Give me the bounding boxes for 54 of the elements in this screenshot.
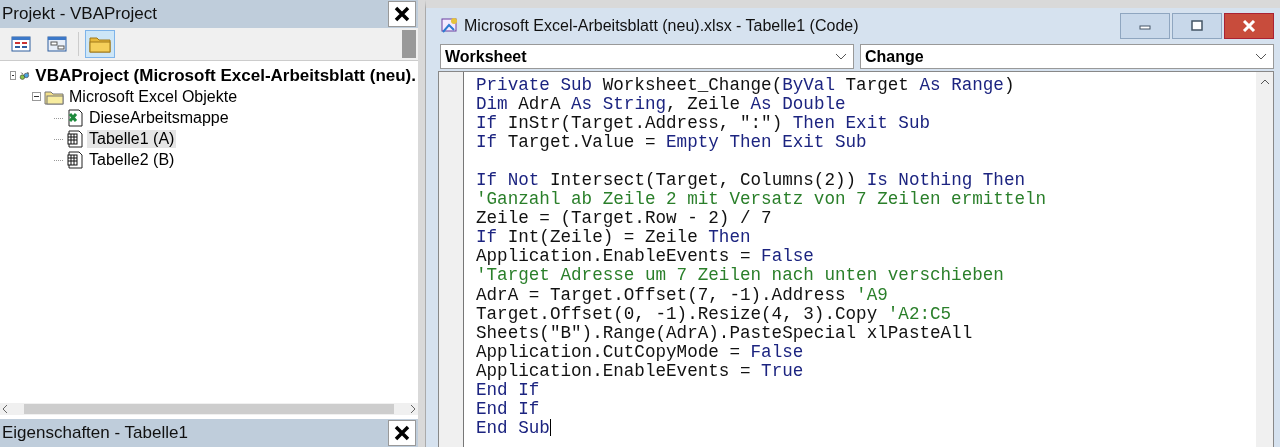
collapse-toggle[interactable] (32, 92, 41, 101)
code-line: Application.EnableEvents = True (476, 361, 804, 381)
close-button[interactable] (1224, 13, 1274, 39)
window-title: Microsoft Excel-Arbeitsblatt (neu).xlsx - Tabelle1 (Code) (464, 17, 860, 35)
horizontal-scrollbar[interactable] (0, 403, 418, 415)
sheet-icon (66, 129, 84, 148)
tree-item[interactable]: Microsoft Excel Objekte (67, 87, 240, 106)
code-line: If InStr(Target.Address, ":") Then Exit Sub (476, 114, 930, 134)
code-line: If Not Intersect(Target, Columns(2)) Is Nothing Then (476, 171, 1026, 191)
tree-item[interactable]: VBAProject (Microsoft Excel-Arbeitsblatt (neu). (33, 65, 418, 86)
dropdown[interactable]: Worksheet (440, 44, 854, 69)
close-icon (394, 6, 410, 22)
code-line: Sheets("B").Range(AdrA).PasteSpecial xlPasteAll (476, 323, 973, 343)
code-line: 'Target Adresse um 7 Zeilen nach unten verschieben (476, 266, 1004, 286)
code-line: End If (476, 399, 540, 419)
form-list-icon (11, 35, 31, 53)
code-line: If Int(Zeile) = Zeile Then (476, 228, 751, 248)
tree-item[interactable]: Tabelle1 (A) (87, 129, 177, 148)
code-line: Private Sub Worksheet_Change(ByVal Target As Range) (476, 76, 1015, 96)
code-line: End Sub (476, 418, 551, 438)
sheet-icon (66, 150, 84, 169)
code-line: Application.EnableEvents = False (476, 247, 814, 267)
code-editor[interactable] (438, 71, 1274, 447)
folder-icon (44, 88, 64, 105)
code-line: Zeile = (Target.Row - 2) / 7 (476, 209, 772, 229)
restore-icon (1191, 20, 1203, 32)
close-button[interactable] (388, 1, 416, 27)
vertical-scrollbar[interactable] (1256, 72, 1273, 447)
code-line: Target.Offset(0, -1).Resize(4, 3).Copy 'A2:C5 (476, 304, 952, 324)
panel-title: Projekt - VBAProject (2, 4, 157, 24)
scroll-right-icon[interactable] (408, 404, 418, 414)
collapse-toggle[interactable] (10, 71, 16, 80)
workbook-icon (66, 108, 84, 127)
code-line: Dim AdrA As String, Zeile As Double (476, 95, 846, 115)
close-button[interactable] (388, 420, 416, 446)
code-line: If Target.Value = Empty Then Exit Sub (476, 133, 867, 153)
code-window-icon (440, 17, 460, 35)
restore-button[interactable] (1172, 13, 1222, 39)
panel-title: Eigenschaften - Tabelle1 (2, 423, 188, 443)
code-line: 'Ganzahl ab Zeile 2 mit Versatz von 7 Zeilen ermitteln (476, 190, 1047, 210)
folder-icon (89, 35, 111, 53)
code-line: Application.CutCopyMode = False (476, 342, 804, 362)
scroll-up-icon[interactable] (1259, 78, 1270, 86)
close-icon (394, 425, 410, 441)
close-icon (1242, 20, 1256, 32)
code-line: End If (476, 380, 540, 400)
chevron-down-icon (1255, 52, 1267, 61)
tree-item[interactable]: DieseArbeitsmappe (87, 108, 231, 127)
tree-item[interactable]: Tabelle2 (B) (87, 150, 177, 169)
chevron-down-icon (835, 52, 847, 61)
form-icon (47, 35, 67, 53)
dropdown[interactable]: Change (860, 44, 1274, 69)
code-line: AdrA = Target.Offset(7, -1).Address 'A9 (476, 285, 888, 305)
scroll-left-icon[interactable] (0, 404, 10, 414)
